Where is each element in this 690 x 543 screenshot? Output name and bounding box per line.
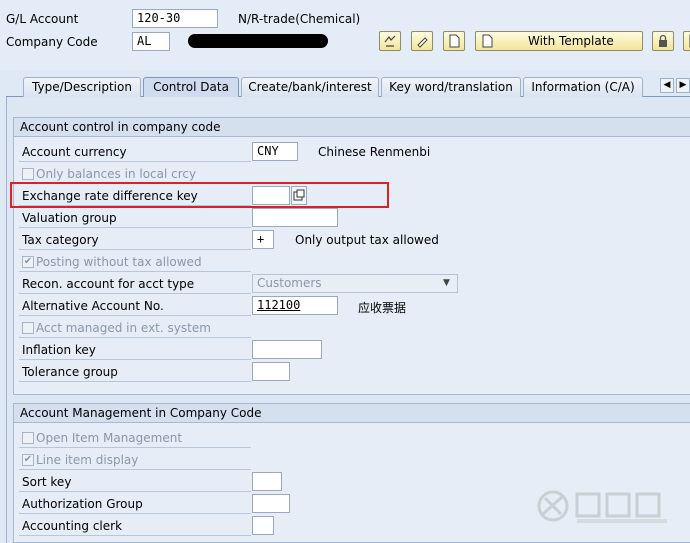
- only-balances-checkbox[interactable]: [22, 168, 34, 180]
- accounting-clerk-label: Accounting clerk: [22, 519, 123, 533]
- tab-control-data[interactable]: Control Data: [143, 77, 239, 97]
- acct-managed-checkbox[interactable]: [22, 322, 34, 334]
- valuation-group-label: Valuation group: [22, 211, 117, 225]
- inflation-key-field[interactable]: [252, 340, 322, 359]
- only-balances-label: Only balances in local crcy: [36, 167, 197, 181]
- recon-account-select[interactable]: Customers: [252, 274, 458, 293]
- tab-type-description[interactable]: Type/Description: [23, 77, 141, 97]
- line-item-display-label: Line item display: [36, 453, 139, 467]
- posting-without-tax-checkbox[interactable]: ✔: [22, 256, 34, 268]
- highlight-box: [10, 182, 389, 208]
- authorization-group-field[interactable]: [252, 494, 290, 513]
- open-item-label: Open Item Management: [36, 431, 183, 445]
- edit-pencil-icon[interactable]: [411, 31, 433, 51]
- recon-account-label: Recon. account for acct type: [22, 277, 195, 291]
- alternative-account-field[interactable]: 112100: [252, 296, 338, 315]
- with-template-button[interactable]: With Template: [475, 31, 643, 51]
- gl-account-label: G/L Account: [6, 12, 79, 26]
- tab-create-bank-interest[interactable]: Create/bank/interest: [241, 77, 379, 97]
- tab-scroll-left-icon[interactable]: ◀: [660, 78, 674, 93]
- redacted-company-name: [188, 34, 328, 48]
- accounting-clerk-field[interactable]: [252, 516, 274, 535]
- sort-key-label: Sort key: [22, 475, 72, 489]
- with-template-label: With Template: [528, 34, 614, 48]
- tab-key-word-translation[interactable]: Key word/translation: [381, 77, 521, 97]
- open-item-checkbox[interactable]: [22, 432, 34, 444]
- tax-category-description: Only output tax allowed: [295, 233, 439, 247]
- display-change-icon[interactable]: [379, 31, 401, 51]
- tax-category-label: Tax category: [22, 233, 99, 247]
- posting-without-tax-label: Posting without tax allowed: [36, 255, 202, 269]
- authorization-group-label: Authorization Group: [22, 497, 143, 511]
- valuation-group-field[interactable]: [252, 208, 338, 227]
- new-document-icon[interactable]: [443, 31, 465, 51]
- account-currency-description: Chinese Renmenbi: [318, 145, 431, 159]
- alternative-account-description: 应收票据: [358, 301, 407, 315]
- account-control-title: Account control in company code: [13, 117, 690, 137]
- sort-key-field[interactable]: [252, 472, 282, 491]
- company-code-field[interactable]: AL: [132, 32, 170, 51]
- tab-information-ca[interactable]: Information (C/A): [523, 77, 643, 97]
- tolerance-group-field[interactable]: [252, 362, 290, 381]
- gl-account-field[interactable]: 120-30: [132, 9, 218, 28]
- watermark-logo: [535, 486, 685, 526]
- alternative-account-label: Alternative Account No.: [22, 299, 164, 313]
- lock-icon[interactable]: [652, 31, 674, 51]
- tax-category-field[interactable]: +: [252, 230, 274, 249]
- copy-icon[interactable]: [683, 31, 690, 51]
- tolerance-group-label: Tolerance group: [22, 365, 118, 379]
- tab-scroll-right-icon[interactable]: ▶: [676, 78, 690, 93]
- line-item-display-checkbox[interactable]: ✔: [22, 454, 34, 466]
- account-currency-label: Account currency: [22, 145, 127, 159]
- account-management-title: Account Management in Company Code: [13, 403, 690, 423]
- company-code-label: Company Code: [6, 35, 98, 49]
- chevron-down-icon[interactable]: ▼: [443, 278, 450, 288]
- gl-account-description: N/R-trade(Chemical): [238, 12, 361, 26]
- account-currency-field[interactable]: CNY: [252, 142, 298, 161]
- inflation-key-label: Inflation key: [22, 343, 96, 357]
- acct-managed-label: Acct managed in ext. system: [36, 321, 211, 335]
- template-document-icon: [482, 34, 493, 48]
